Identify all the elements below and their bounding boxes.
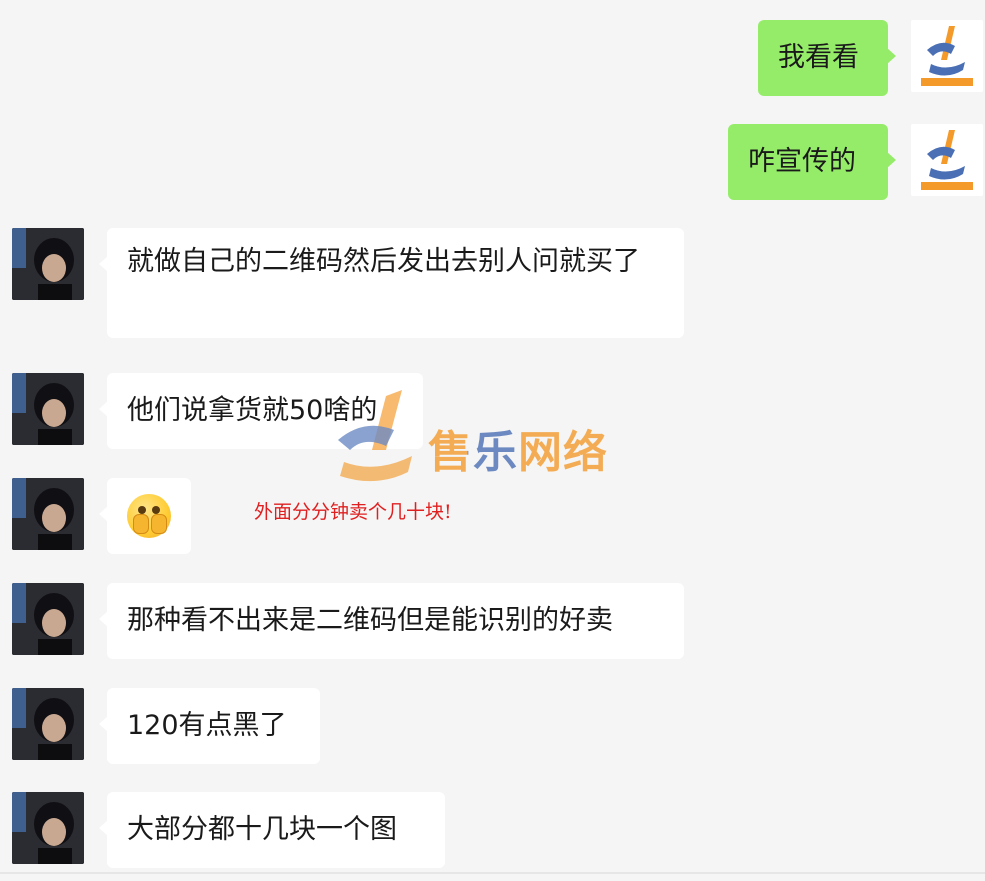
message-text: 120有点黑了 (127, 709, 287, 741)
message-bubble-outgoing[interactable]: 咋宣传的 (728, 124, 896, 200)
message-bubble-incoming[interactable]: 就做自己的二维码然后发出去别人问就买了 (99, 228, 684, 338)
person-photo-icon (12, 373, 84, 445)
brand-logo-icon (911, 20, 983, 92)
chat-window: 我看看 咋宣传的 就做自己的二维码然后发出去别人问就买了 他们说拿货就50啥的 … (0, 0, 985, 881)
person-photo-icon (12, 688, 84, 760)
message-text: 就做自己的二维码然后发出去别人问就买了 (127, 246, 640, 277)
avatar[interactable] (12, 228, 84, 300)
message-bubble-incoming[interactable] (99, 478, 191, 554)
message-bubble-incoming[interactable]: 他们说拿货就50啥的 (99, 373, 423, 449)
message-bubble-incoming[interactable]: 120有点黑了 (99, 688, 320, 764)
message-bubble-incoming[interactable]: 大部分都十几块一个图 (99, 792, 445, 868)
avatar[interactable] (12, 688, 84, 760)
watermark-tagline: 外面分分钟卖个几十块! (254, 501, 452, 523)
message-bubble-outgoing[interactable]: 我看看 (758, 20, 896, 96)
message-text: 他们说拿货就50啥的 (127, 394, 378, 426)
message-text: 咋宣传的 (748, 145, 856, 177)
message-text: 我看看 (778, 41, 859, 73)
person-photo-icon (12, 478, 84, 550)
avatar[interactable] (911, 20, 983, 92)
message-text: 大部分都十几块一个图 (127, 813, 397, 845)
person-photo-icon (12, 792, 84, 864)
brand-logo-icon (911, 124, 983, 196)
avatar[interactable] (12, 583, 84, 655)
avatar[interactable] (12, 792, 84, 864)
divider (0, 872, 985, 874)
message-text: 那种看不出来是二维码但是能识别的好卖 (127, 604, 613, 636)
face-with-hands-emoji-icon (127, 494, 171, 538)
avatar[interactable] (12, 373, 84, 445)
avatar[interactable] (911, 124, 983, 196)
avatar[interactable] (12, 478, 84, 550)
message-bubble-incoming[interactable]: 那种看不出来是二维码但是能识别的好卖 (99, 583, 684, 659)
person-photo-icon (12, 583, 84, 655)
watermark-brand: 售乐网络 (428, 427, 608, 478)
person-photo-icon (12, 228, 84, 300)
